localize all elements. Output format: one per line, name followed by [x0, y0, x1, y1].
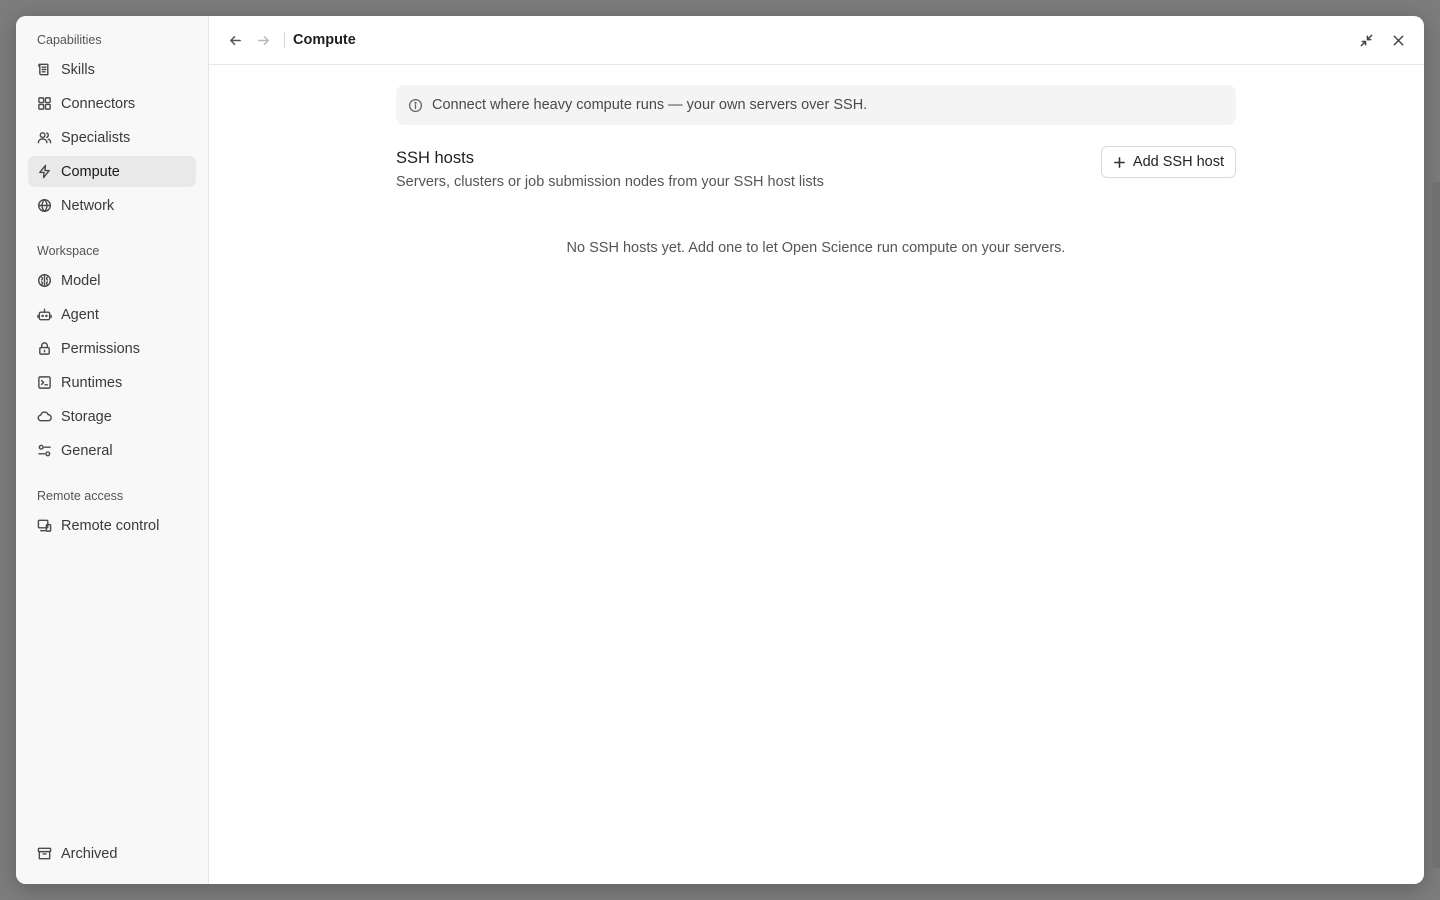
compute-content: Connect where heavy compute runs — your … — [396, 85, 1236, 256]
ssh-hosts-header: SSH hosts Servers, clusters or job submi… — [396, 146, 1236, 190]
archive-icon — [37, 846, 52, 861]
sidebar-item-label: Remote control — [61, 517, 160, 534]
sidebar-item-permissions[interactable]: Permissions — [28, 333, 196, 364]
main-panel: Compute Connect where heavy compute runs… — [209, 16, 1424, 884]
empty-state-message: No SSH hosts yet. Add one to let Open Sc… — [566, 240, 1066, 256]
arrow-right-icon — [257, 35, 269, 45]
page-title: Compute — [293, 32, 356, 48]
devices-icon — [37, 518, 52, 533]
sidebar-item-agent[interactable]: Agent — [28, 299, 196, 330]
lightning-icon — [37, 164, 52, 179]
info-banner-text: Connect where heavy compute runs — your … — [432, 97, 868, 113]
info-icon — [408, 98, 423, 112]
terminal-icon — [37, 375, 52, 390]
add-ssh-host-label: Add SSH host — [1132, 154, 1224, 170]
sidebar-item-connectors[interactable]: Connectors — [28, 88, 196, 119]
sidebar-item-compute[interactable]: Compute — [28, 156, 196, 187]
minimize-icon — [1360, 34, 1372, 46]
lock-icon — [37, 341, 52, 356]
section-description: Servers, clusters or job submission node… — [396, 174, 824, 190]
sidebar-item-network[interactable]: Network — [28, 190, 196, 221]
globe-icon — [37, 198, 52, 213]
settings-modal: Capabilities Skills Connectors Specialis… — [16, 16, 1424, 884]
arrow-left-icon — [229, 35, 241, 45]
sidebar-item-specialists[interactable]: Specialists — [28, 122, 196, 153]
sidebar-item-label: Archived — [61, 845, 118, 862]
divider — [284, 32, 285, 48]
close-button[interactable] — [1384, 26, 1412, 54]
section-title-workspace: Workspace — [37, 244, 100, 258]
plus-icon — [1113, 156, 1125, 168]
sidebar-item-label: Connectors — [61, 95, 136, 112]
scrollbar[interactable] — [1432, 182, 1440, 868]
sidebar-item-label: Specialists — [61, 129, 131, 146]
sidebar-item-general[interactable]: General — [28, 435, 196, 466]
sidebar-item-label: General — [61, 442, 113, 459]
sidebar: Capabilities Skills Connectors Specialis… — [16, 16, 209, 884]
sidebar-item-label: Network — [61, 197, 115, 214]
robot-icon — [37, 307, 52, 322]
section-heading: SSH hosts — [396, 149, 474, 167]
cloud-icon — [37, 409, 52, 424]
sidebar-item-label: Permissions — [61, 340, 140, 357]
sliders-icon — [37, 443, 52, 458]
sidebar-item-skills[interactable]: Skills — [28, 54, 196, 85]
forward-button[interactable] — [249, 26, 277, 54]
sidebar-item-storage[interactable]: Storage — [28, 401, 196, 432]
section-title-capabilities: Capabilities — [37, 33, 102, 47]
sidebar-item-label: Runtimes — [61, 374, 123, 391]
brain-icon — [37, 273, 52, 288]
close-icon — [1393, 35, 1403, 45]
sidebar-item-label: Storage — [61, 408, 112, 425]
section-title-remote-access: Remote access — [37, 489, 124, 503]
back-button[interactable] — [221, 26, 249, 54]
sidebar-item-archived[interactable]: Archived — [28, 838, 196, 869]
sidebar-item-label: Compute — [61, 163, 120, 180]
sidebar-item-runtimes[interactable]: Runtimes — [28, 367, 196, 398]
specialists-icon — [37, 130, 52, 145]
add-ssh-host-button[interactable]: Add SSH host — [1100, 146, 1236, 178]
skills-icon — [37, 62, 52, 77]
sidebar-item-label: Model — [61, 272, 101, 289]
sidebar-item-remote-control[interactable]: Remote control — [28, 510, 196, 541]
sidebar-item-model[interactable]: Model — [28, 265, 196, 296]
connectors-icon — [37, 96, 52, 111]
sidebar-item-label: Skills — [61, 61, 95, 78]
topbar: Compute — [209, 16, 1424, 65]
info-banner: Connect where heavy compute runs — your … — [396, 85, 1236, 125]
sidebar-item-label: Agent — [61, 306, 99, 323]
minimize-button[interactable] — [1352, 26, 1380, 54]
